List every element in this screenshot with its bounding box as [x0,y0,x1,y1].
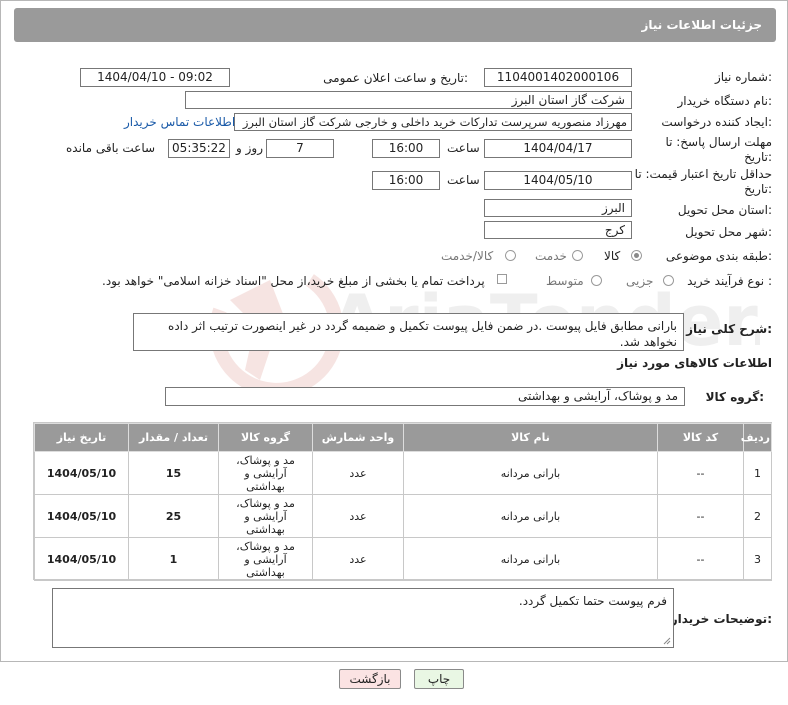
announce-label: تاریخ و ساعت اعلان عمومی: [323,71,468,85]
cell-qty: 15 [128,451,219,495]
buyer-notes-text: فرم پیوست حتما تکمیل گردد. [518,594,667,608]
remaining-label: ساعت باقی مانده [66,141,156,155]
cell-index: 2 [743,494,772,538]
col-group: گروه کالا [218,423,313,452]
goods-table: ردیف کد کالا نام کالا واحد شمارش گروه کا… [34,423,772,581]
buyer-notes-textarea[interactable]: فرم پیوست حتما تکمیل گردد. [52,588,674,648]
cell-qty: 1 [128,537,219,581]
cell-name: بارانی مردانه [403,494,658,538]
description-label: شرح کلی نیاز: [686,322,772,336]
process-label: نوع فرآیند خرید : [687,274,772,288]
description-textarea[interactable]: بارانی مطابق فایل پیوست .در ضمن فایل پیو… [133,313,684,351]
cell-date: 1404/05/10 [34,494,129,538]
cell-group: مد و پوشاک، آرایشی و بهداشتی [218,537,313,581]
creator-field: مهرزاد منصوریه سرپرست تدارکات خرید داخلی… [234,113,632,131]
province-field: البرز [484,199,632,217]
treasury-payment-checkbox[interactable] [497,274,507,284]
province-label: استان محل تحویل: [677,203,772,217]
city-label: شهر محل تحویل: [685,225,772,239]
goods-section-title: اطلاعات کالاهای مورد نیاز [617,356,772,370]
cell-unit: عدد [312,537,404,581]
category-radio-goods[interactable] [631,250,642,261]
table-row: 1 -- بارانی مردانه عدد مد و پوشاک، آرایش… [34,451,772,495]
buyer-contact-link[interactable]: اطلاعات تماس خریدار [124,115,235,129]
page-header: جزئیات اطلاعات نیاز [14,8,776,42]
deadline-time-label: ساعت [447,141,480,155]
print-button[interactable]: چاپ [414,669,464,689]
goods-group-label: گروه کالا: [705,390,764,404]
cell-code: -- [657,451,744,495]
goods-table-header: ردیف کد کالا نام کالا واحد شمارش گروه کا… [34,423,772,452]
col-index: ردیف [741,423,772,452]
category-radio-service[interactable] [572,250,583,261]
col-qty: تعداد / مقدار [128,423,219,452]
deadline-date-field: 1404/04/17 [484,139,632,158]
need-number-field: 1104001402000106 [484,68,632,87]
cell-group: مد و پوشاک، آرایشی و بهداشتی [218,451,313,495]
category-option-goods: کالا [604,249,621,263]
goods-table-container: ردیف کد کالا نام کالا واحد شمارش گروه کا… [33,422,772,581]
validity-time-label: ساعت [447,173,480,187]
validity-time-field: 16:00 [372,171,440,190]
cell-qty: 25 [128,494,219,538]
cell-date: 1404/05/10 [34,451,129,495]
table-row: 2 -- بارانی مردانه عدد مد و پوشاک، آرایش… [34,494,772,538]
cell-code: -- [657,537,744,581]
page-title: جزئیات اطلاعات نیاز [641,18,762,32]
deadline-label: مهلت ارسال پاسخ: تا تاریخ: [665,135,772,164]
col-date: تاریخ نیاز [34,423,129,452]
description-text: بارانی مطابق فایل پیوست .در ضمن فایل پیو… [168,319,677,349]
days-label: روز و [236,141,263,155]
process-radio-minor[interactable] [663,275,674,286]
process-radio-medium[interactable] [591,275,602,286]
cell-group: مد و پوشاک، آرایشی و بهداشتی [218,494,313,538]
goods-group-field: مد و پوشاک، آرایشی و بهداشتی [165,387,685,406]
col-name: نام کالا [403,423,658,452]
need-number-label: شماره نیاز: [714,70,772,84]
creator-label: ایجاد کننده درخواست: [661,115,772,129]
validity-label: حداقل تاریخ اعتبار قیمت: تا تاریخ: [634,167,772,196]
col-unit: واحد شمارش [312,423,404,452]
back-button[interactable]: بازگشت [339,669,401,689]
category-option-goods-service: کالا/خدمت [441,249,494,263]
cell-name: بارانی مردانه [403,537,658,581]
category-option-service: خدمت [535,249,567,263]
col-code: کد کالا [657,423,744,452]
remaining-time-field: 05:35:22 [168,139,230,158]
cell-unit: عدد [312,451,404,495]
buyer-org-field: شرکت گاز استان البرز [185,91,632,109]
cell-code: -- [657,494,744,538]
city-field: کرج [484,221,632,239]
cell-index: 3 [743,537,772,581]
treasury-payment-note: پرداخت تمام یا بخشی از مبلغ خرید،از محل … [102,274,485,288]
deadline-time-field: 16:00 [372,139,440,158]
announce-field: 1404/04/10 - 09:02 [80,68,230,87]
process-option-minor: جزیی [626,274,654,288]
category-label: طبقه بندی موضوعی: [665,249,772,263]
buyer-org-label: نام دستگاه خریدار: [677,94,773,108]
days-field: 7 [266,139,334,158]
cell-index: 1 [743,451,772,495]
validity-date-field: 1404/05/10 [484,171,632,190]
buyer-notes-label: توضیحات خریدار: [670,612,772,626]
process-option-medium: متوسط [546,274,584,288]
cell-date: 1404/05/10 [34,537,129,581]
resize-grip-icon[interactable] [663,637,671,645]
table-row: 3 -- بارانی مردانه عدد مد و پوشاک، آرایش… [34,537,772,581]
cell-unit: عدد [312,494,404,538]
cell-name: بارانی مردانه [403,451,658,495]
category-radio-goods-service[interactable] [505,250,516,261]
